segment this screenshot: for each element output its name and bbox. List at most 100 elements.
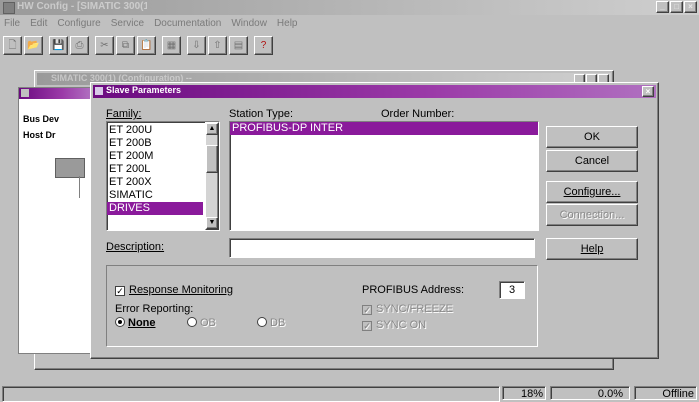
menu-item-documentation[interactable]: Documentation bbox=[154, 18, 221, 32]
copy-button[interactable]: ⧉ bbox=[116, 35, 135, 55]
window-controls: _ □ × bbox=[656, 1, 697, 13]
slave-parameters-dialog: Slave Parameters × Family: Station Type:… bbox=[90, 82, 659, 359]
status-field-3: Offline bbox=[634, 386, 697, 400]
scroll-thumb[interactable] bbox=[206, 145, 218, 173]
scroll-up-button[interactable]: ▲ bbox=[206, 123, 218, 135]
profibus-address-label: PROFIBUS Address: bbox=[362, 284, 465, 296]
paste-icon: 📋 bbox=[140, 39, 153, 51]
error-option-none-label: None bbox=[128, 317, 156, 329]
station-type-item[interactable]: PROFIBUS-DP INTER bbox=[230, 122, 538, 135]
status-bar: 18% 0.0% Offline bbox=[0, 384, 699, 402]
upload-button[interactable]: ⇧ bbox=[208, 35, 227, 55]
menu-item-window[interactable]: Window bbox=[231, 18, 267, 32]
configure-button-label: Configure... bbox=[563, 186, 621, 198]
family-list-item[interactable]: ET 200X bbox=[107, 176, 203, 189]
error-option-db[interactable]: DB bbox=[257, 317, 285, 329]
description-label: Description: bbox=[106, 241, 165, 253]
ok-button[interactable]: OK bbox=[546, 126, 638, 148]
help-button[interactable]: ? bbox=[254, 35, 273, 55]
toolbar: 🗋 📂 💾 ⎙ ✂ ⧉ 📋 ▦ ⇩ ⇧ ▤? bbox=[3, 34, 273, 56]
maximize-button[interactable]: □ bbox=[670, 1, 683, 13]
station-type-label: Station Type: bbox=[229, 108, 294, 120]
help-button-label: Help bbox=[580, 243, 604, 255]
error-reporting-label: Error Reporting: bbox=[115, 303, 194, 315]
minimize-button[interactable]: _ bbox=[656, 1, 669, 13]
new-button[interactable]: 🗋 bbox=[3, 35, 22, 55]
family-list-item[interactable]: ET 200B bbox=[107, 137, 203, 150]
catalog-icon: ▦ bbox=[166, 39, 177, 51]
help-button[interactable]: Help bbox=[546, 238, 638, 260]
family-list-item[interactable]: ET 200L bbox=[107, 163, 203, 176]
menu-item-edit[interactable]: Edit bbox=[30, 18, 47, 32]
catalog-button[interactable]: ▦ bbox=[162, 35, 181, 55]
menu-item-help[interactable]: Help bbox=[277, 18, 298, 32]
station-type-list[interactable]: PROFIBUS-DP INTER bbox=[229, 121, 539, 231]
properties-icon: ▤ bbox=[233, 39, 244, 51]
radio-db-icon bbox=[257, 317, 267, 327]
error-option-none[interactable]: None bbox=[115, 317, 156, 329]
connection-button[interactable]: Connection... bbox=[546, 204, 638, 226]
configure-button[interactable]: Configure... bbox=[546, 181, 638, 203]
menu-item-configure[interactable]: Configure bbox=[57, 18, 100, 32]
error-option-db-label: DB bbox=[270, 317, 286, 329]
print-button[interactable]: ⎙ bbox=[70, 35, 89, 55]
help-icon: ? bbox=[260, 39, 267, 51]
sync-on-check: ✓ bbox=[362, 321, 372, 331]
station-panel-title-bar bbox=[19, 88, 91, 99]
open-icon: 📂 bbox=[27, 39, 40, 51]
sync-freeze-label: SYNC/FREEZE bbox=[376, 303, 454, 315]
status-field-1: 18% bbox=[502, 386, 546, 400]
sync-freeze-check: ✓ bbox=[362, 305, 372, 315]
open-button[interactable]: 📂 bbox=[24, 35, 43, 55]
dialog-close-button[interactable]: × bbox=[642, 86, 654, 97]
menu-bar: File Edit Configure Service Documentation Win… bbox=[4, 18, 298, 32]
app-title: HW Config - [SIMATIC 300(1) (Configurati… bbox=[17, 1, 147, 12]
upload-icon: ⇧ bbox=[213, 39, 222, 51]
menu-item-file[interactable]: File bbox=[4, 18, 20, 32]
app-title-bar: HW Config - [SIMATIC 300(1) (Configurati… bbox=[0, 0, 699, 15]
station-panel-icon bbox=[21, 89, 29, 97]
paste-button[interactable]: 📋 bbox=[137, 35, 156, 55]
rack-connector bbox=[79, 176, 80, 198]
copy-icon: ⧉ bbox=[121, 39, 130, 51]
close-button[interactable]: × bbox=[684, 1, 697, 13]
new-icon: 🗋 bbox=[8, 39, 17, 51]
description-field[interactable] bbox=[229, 238, 535, 258]
sync-freeze-option[interactable]: ✓ SYNC/FREEZE bbox=[362, 303, 453, 315]
response-monitoring-label: Response Monitoring bbox=[129, 284, 233, 296]
station-row-1[interactable]: Bus Dev bbox=[23, 114, 59, 124]
app-icon bbox=[3, 2, 15, 14]
dialog-title-bar: Slave Parameters × bbox=[93, 85, 656, 98]
radio-ob-icon bbox=[187, 317, 197, 327]
scroll-down-button[interactable]: ▼ bbox=[206, 217, 218, 229]
error-option-ob[interactable]: OB bbox=[187, 317, 216, 329]
options-group: ✓ Response Monitoring Error Reporting: No… bbox=[106, 265, 538, 347]
status-field-2: 0.0% bbox=[550, 386, 630, 400]
family-list-item[interactable]: ET 200M bbox=[107, 150, 203, 163]
status-main bbox=[2, 386, 500, 402]
response-monitoring-checkbox[interactable]: ✓ Response Monitoring bbox=[115, 284, 233, 296]
cut-button[interactable]: ✂ bbox=[95, 35, 114, 55]
sync-on-option[interactable]: ✓ SYNC ON bbox=[362, 319, 426, 331]
station-row-2[interactable]: Host Dr bbox=[23, 130, 56, 140]
print-icon: ⎙ bbox=[75, 39, 84, 51]
family-list-item[interactable]: SIMATIC bbox=[107, 189, 203, 202]
family-list-item[interactable]: DRIVES bbox=[107, 202, 203, 215]
cancel-button[interactable]: Cancel bbox=[546, 150, 638, 172]
download-button[interactable]: ⇩ bbox=[187, 35, 206, 55]
save-button[interactable]: 💾 bbox=[49, 35, 68, 55]
order-number-label: Order Number: bbox=[381, 108, 455, 120]
family-list-item[interactable]: ET 200U bbox=[107, 124, 203, 137]
dialog-title: Slave Parameters bbox=[106, 85, 182, 95]
profibus-address-field[interactable]: 3 bbox=[499, 281, 525, 299]
save-icon: 💾 bbox=[52, 39, 65, 51]
menu-item-service[interactable]: Service bbox=[111, 18, 144, 32]
response-monitoring-check: ✓ bbox=[115, 286, 125, 296]
dialog-icon bbox=[95, 87, 103, 95]
properties-button[interactable]: ▤ bbox=[229, 35, 248, 55]
station-panel: Bus Dev Host Dr bbox=[18, 87, 92, 354]
error-option-ob-label: OB bbox=[200, 317, 216, 329]
rack-icon[interactable] bbox=[55, 158, 85, 178]
family-list-scrollbar[interactable]: ▲ ▼ bbox=[205, 122, 219, 230]
family-list[interactable]: ▲ ▼ ET 200U ET 200B ET 200M ET 200L ET 200X S… bbox=[106, 121, 220, 231]
